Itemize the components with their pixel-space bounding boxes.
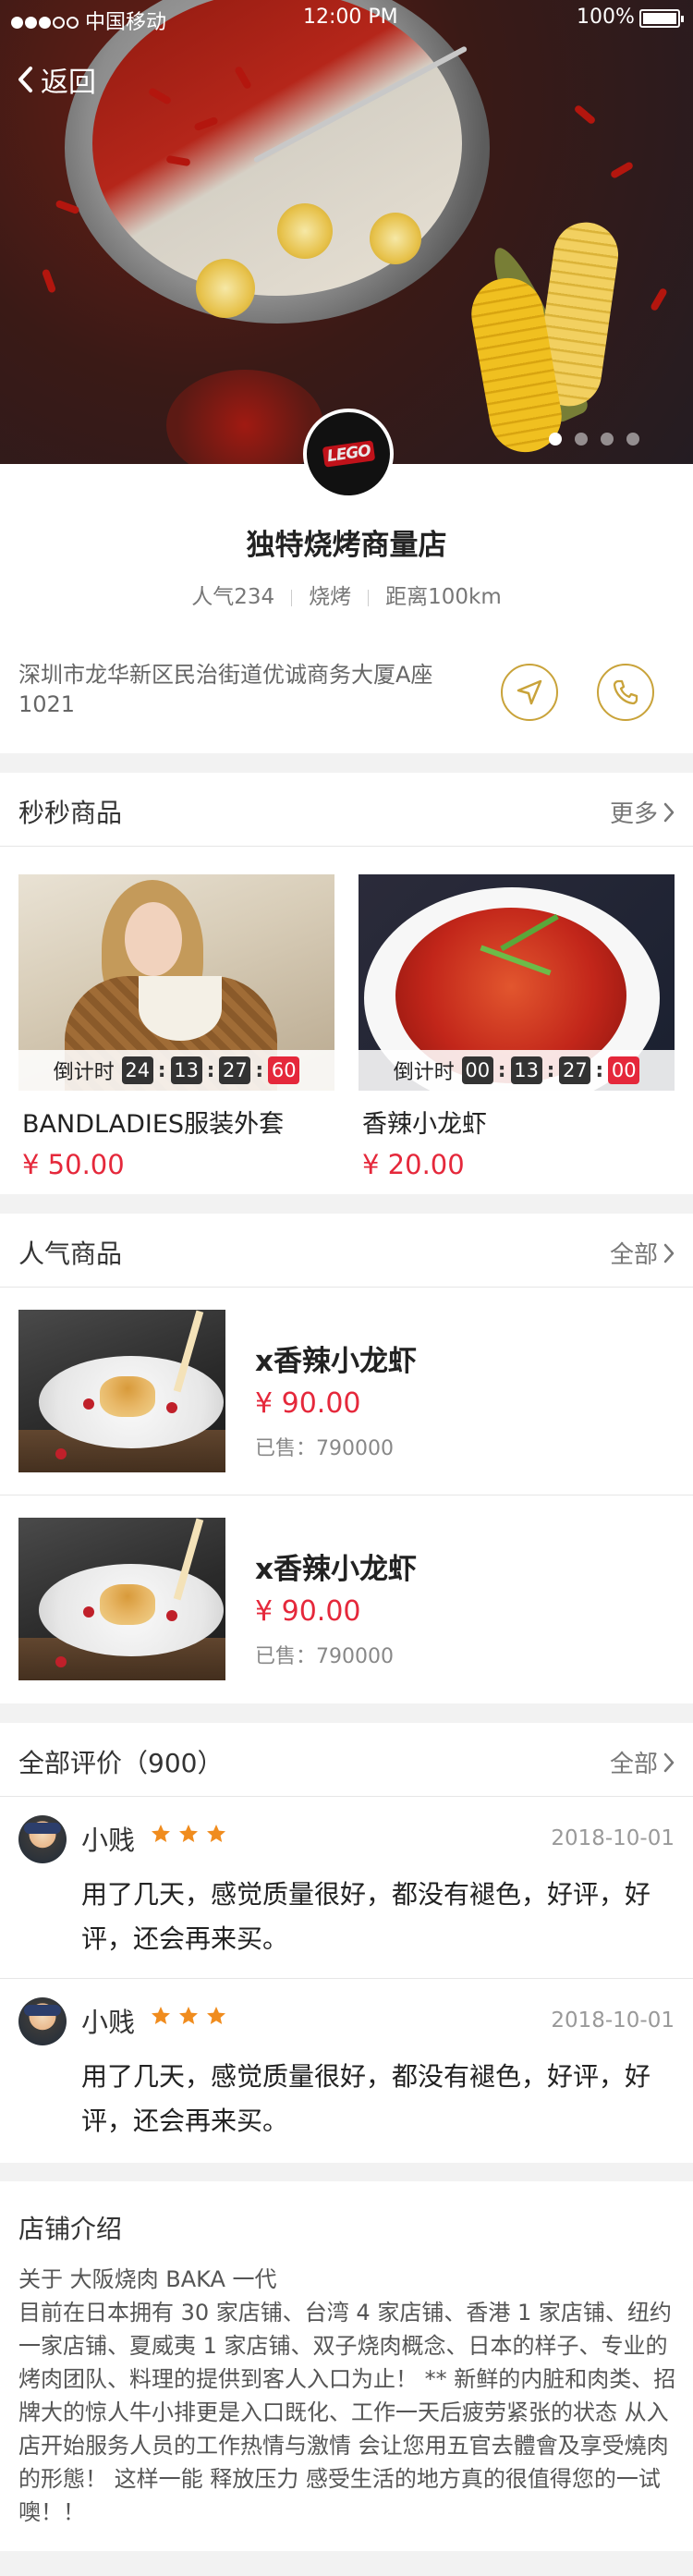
star-icon [179,2007,198,2024]
popular-item[interactable]: x香辣小龙虾 ¥ 90.00 已售：790000 [0,1496,693,1703]
distance-label: 距离100km [385,585,502,609]
countdown-minutes: 13 [170,1056,202,1084]
countdown-timer: 倒计时 24: 13: 27: 60 [18,1050,334,1091]
product-price: ¥ 90.00 [255,1387,361,1420]
star-icon [152,1825,170,1842]
product-name: x香辣小龙虾 [255,1553,417,1586]
product-price: ¥ 20.00 [362,1149,465,1180]
store-logo: LEGO [303,409,394,499]
section-title: 秒秒商品 [18,798,123,828]
navigation-arrow-icon [517,679,542,705]
section-title: 店铺介绍 [18,2214,123,2244]
product-name: 香辣小龙虾 [362,1110,487,1139]
product-image[interactable] [18,1518,225,1680]
product-image[interactable]: 倒计时 00: 13: 27: 00 [359,874,675,1091]
battery-percent: 100% [577,6,635,29]
review-text: 用了几天，感觉质量很好，都没有褪色，好评，好评，还会再来买。 [81,2061,651,2136]
clock: 12:00 PM [303,6,398,29]
store-name: 独特烧烤商量店 [246,529,447,562]
chevron-right-icon [663,1752,675,1772]
review-date: 2018-10-01 [551,1826,675,1850]
product-price: ¥ 50.00 [22,1149,125,1180]
carrier-label: 中国移动 [85,11,167,34]
flash-sale-item[interactable]: 倒计时 24: 13: 27: 60 BANDLADIES服装外套 ¥ 50.0… [18,874,334,1180]
review-text: 用了几天，感觉质量很好，都没有褪色，好评，好评，还会再来买。 [81,1879,651,1954]
signal-icon [11,11,80,34]
store-meta: 人气234 烧烤 距离100km [0,579,693,610]
carousel-pager[interactable] [549,433,639,446]
avatar[interactable] [18,1815,67,1863]
chevron-right-icon [663,802,675,822]
popular-header: 人气商品 全部 [0,1214,693,1288]
reviews-all-link[interactable]: 全部 [610,1745,675,1779]
reviews-header: 全部评价（900） 全部 [0,1723,693,1797]
popular-all-link[interactable]: 全部 [610,1236,675,1270]
review-item: 小贱 2018-10-01 用了几天，感觉质量很好，都没有褪色，好评，好评，还会… [0,1979,693,2161]
battery-icon [639,9,684,28]
flash-sale-more-link[interactable]: 更多 [610,795,675,829]
navigate-button[interactable] [501,664,558,721]
countdown-hours: 00 [461,1056,493,1084]
review-date: 2018-10-01 [551,2008,675,2033]
product-image[interactable] [18,1310,225,1472]
store-address: 深圳市龙华新区民治街道优诚商务大厦A座1021 [18,662,433,717]
product-name: BANDLADIES服装外套 [22,1110,285,1139]
avatar[interactable] [18,1997,67,2045]
sold-count: 已售：790000 [255,1645,394,1668]
popular-section: 人气商品 全部 x香辣小龙虾 ¥ 90.00 已售：790000 x香辣小龙虾 … [0,1214,693,1703]
product-image[interactable]: 倒计时 24: 13: 27: 60 [18,874,334,1091]
countdown-timer: 倒计时 00: 13: 27: 00 [359,1050,675,1091]
back-label: 返回 [41,67,96,99]
hero-banner[interactable]: 中国移动 12:00 PM 100% 返回 [0,0,693,464]
flash-sale-item[interactable]: 倒计时 00: 13: 27: 00 香辣小龙虾 ¥ 20.00 [359,874,675,1180]
popular-item[interactable]: x香辣小龙虾 ¥ 90.00 已售：790000 [0,1288,693,1496]
status-bar: 中国移动 12:00 PM 100% [0,0,693,37]
countdown-seconds: 27 [559,1056,591,1084]
countdown-ms: 60 [268,1056,300,1084]
pager-dot[interactable] [575,433,588,446]
reviews-section: 全部评价（900） 全部 小贱 2018-10-01 用了几天，感觉质量很好，都… [0,1723,693,2163]
star-icon [179,1825,198,1842]
reviewer-name: 小贱 [81,1825,136,1856]
review-item: 小贱 2018-10-01 用了几天，感觉质量很好，都没有褪色，好评，好评，还会… [0,1797,693,1979]
phone-icon [613,679,638,705]
star-rating [150,1823,227,1845]
star-icon [152,2007,170,2024]
countdown-minutes: 13 [510,1056,542,1084]
chevron-right-icon [663,1243,675,1263]
star-icon [207,2007,225,2024]
store-intro-text: 关于 大阪烧肉 BAKA 一代 目前在日本拥有 30 家店铺、台湾 4 家店铺、… [18,2266,676,2525]
store-info-card: 独特烧烤商量店 人气234 烧烤 距离100km 深圳市龙华新区民治街道优诚商务大厦… [0,464,693,753]
pager-dot[interactable] [626,433,639,446]
pager-dot[interactable] [549,433,562,446]
countdown-seconds: 27 [219,1056,251,1084]
sold-count: 已售：790000 [255,1437,394,1460]
chevron-left-icon [18,67,32,92]
section-title: 全部评价（900） [18,1748,224,1778]
back-button[interactable]: 返回 [17,59,96,100]
flash-sale-header: 秒秒商品 更多 [0,773,693,847]
star-icon [207,1825,225,1842]
section-title: 人气商品 [18,1239,123,1269]
call-button[interactable] [597,664,654,721]
product-price: ¥ 90.00 [255,1595,361,1628]
category-label: 烧烤 [309,585,352,609]
star-rating [150,2005,227,2027]
pager-dot[interactable] [601,433,614,446]
flash-sale-section: 秒秒商品 更多 倒计时 24: 13: 27: 60 BANDLADIES服装外… [0,773,693,1194]
store-intro-section: 店铺介绍 关于 大阪烧肉 BAKA 一代 目前在日本拥有 30 家店铺、台湾 4… [0,2181,693,2551]
reviewer-name: 小贱 [81,2007,136,2038]
popularity-label: 人气234 [191,585,275,609]
product-name: x香辣小龙虾 [255,1345,417,1378]
countdown-hours: 24 [121,1056,153,1084]
countdown-ms: 00 [608,1056,640,1084]
store-detail-page: 中国移动 12:00 PM 100% 返回 独特烧烤商量店 人气234 烧烤 距离1… [0,0,693,2576]
